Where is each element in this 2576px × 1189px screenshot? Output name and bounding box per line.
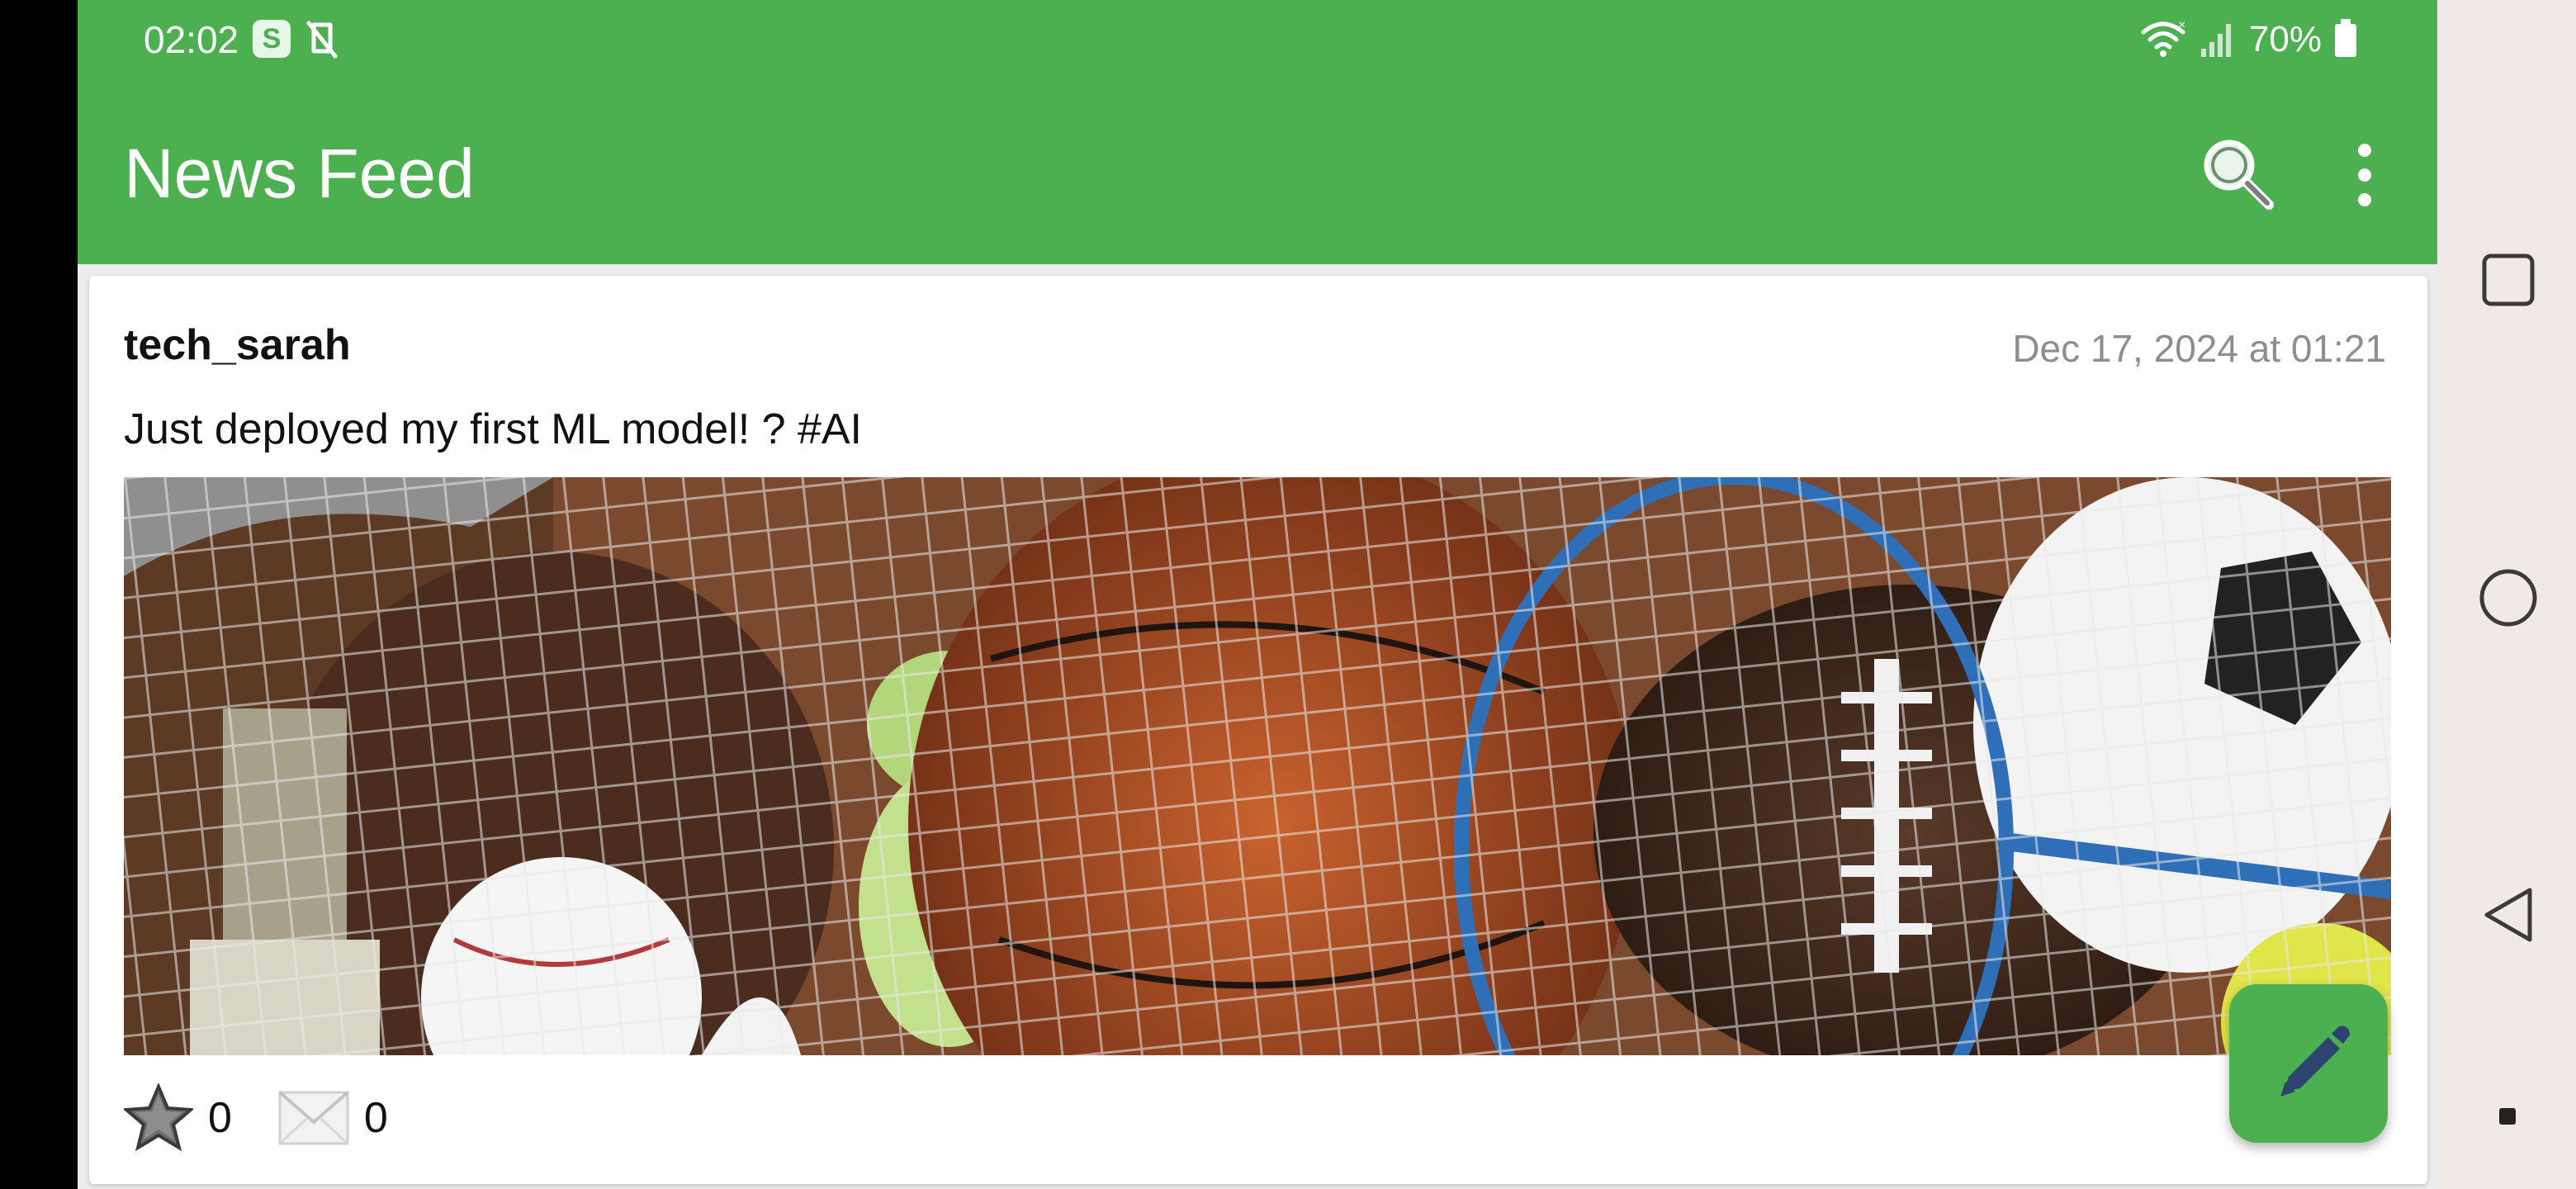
post-card[interactable]: tech_sarah Dec 17, 2024 at 01:21 Just de…: [89, 276, 2427, 1184]
svg-text:×: ×: [2178, 18, 2185, 32]
comment-button[interactable]: 0: [278, 1089, 388, 1147]
system-nav-bar: [2437, 0, 2576, 1189]
status-right-group: × 70%: [2138, 15, 2358, 64]
like-button[interactable]: 0: [124, 1083, 232, 1153]
skype-icon: S: [253, 20, 291, 58]
dot-icon: [2499, 1108, 2516, 1125]
battery-icon: [2333, 17, 2358, 63]
like-count: 0: [208, 1094, 232, 1142]
mail-icon: [278, 1091, 349, 1145]
search-icon: [2204, 140, 2274, 210]
home-circle-icon[interactable]: [2479, 568, 2537, 627]
back-triangle-icon[interactable]: [2479, 885, 2533, 942]
post-image[interactable]: [124, 477, 2391, 1055]
post-actions: 0 0: [124, 1078, 388, 1158]
compose-post-button[interactable]: [2229, 984, 2388, 1143]
sports-equipment-photo: [124, 477, 2391, 1055]
app-bar: News Feed: [78, 79, 2437, 264]
status-bar: 02:02 S × 70%: [78, 0, 2437, 79]
pencil-icon: [2280, 1026, 2350, 1097]
star-icon: [124, 1083, 193, 1152]
page-title: News Feed: [124, 135, 475, 212]
recents-square-icon[interactable]: [2481, 253, 2535, 306]
search-button[interactable]: [2200, 135, 2277, 213]
post-text: Just deployed my first ML model! ? #AI: [124, 405, 863, 453]
status-time: 02:02: [144, 18, 239, 61]
wifi-icon: ×: [2138, 17, 2188, 63]
left-bezel: [0, 0, 78, 1189]
post-username[interactable]: tech_sarah: [124, 320, 351, 370]
post-date: Dec 17, 2024 at 01:21: [2012, 327, 2386, 370]
comment-count: 0: [363, 1094, 388, 1142]
more-options-button[interactable]: [2345, 139, 2384, 211]
signal-icon: [2200, 17, 2237, 63]
notifications-off-icon: [302, 18, 342, 59]
app-screen: 02:02 S × 70% News Feed tech_sarah Dec 1…: [78, 0, 2437, 1189]
more-vert-icon: [2358, 144, 2371, 206]
battery-percent: 70%: [2248, 19, 2322, 59]
